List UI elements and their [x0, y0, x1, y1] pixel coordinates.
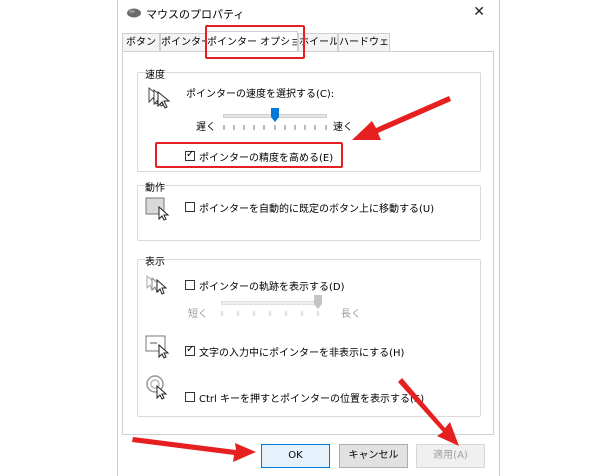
snap-to-icon	[145, 197, 170, 221]
trails-checkbox[interactable]	[185, 280, 195, 290]
trails-long-label: 長く	[341, 309, 361, 320]
pointer-speed-icon	[148, 86, 171, 109]
speed-slow-label: 遅く	[196, 122, 216, 133]
hide-while-typing-label[interactable]: 文字の入力中にポインターを非表示にする(H)	[199, 344, 404, 359]
ctrl-locate-checkbox[interactable]	[185, 392, 195, 402]
mouse-properties-dialog: マウスのプロパティ ✕ ボタン ポインター ポインター オプション ホイール ハ…	[117, 0, 500, 476]
ctrl-locate-label[interactable]: Ctrl キーを押すとポインターの位置を表示する(S)	[199, 390, 424, 405]
tab-buttons[interactable]: ボタン	[122, 33, 160, 51]
tab-wheel[interactable]: ホイール	[298, 33, 338, 51]
trails-slider-thumb[interactable]	[314, 295, 322, 309]
checkmark-icon: ✓	[186, 344, 195, 355]
pointer-trails-icon	[146, 274, 168, 295]
window-title: マウスのプロパティ	[146, 8, 245, 21]
hide-while-typing-checkbox[interactable]: ✓	[185, 344, 195, 356]
speed-fast-label: 速く	[333, 122, 353, 133]
tab-pointer-options[interactable]: ポインター オプション	[206, 31, 298, 51]
speed-slider-ticks	[223, 125, 327, 130]
snap-to-label[interactable]: ポインターを自動的に既定のボタン上に移動する(U)	[199, 200, 434, 215]
trails-slider-ticks	[221, 311, 319, 316]
snap-to-checkbox[interactable]	[185, 202, 195, 212]
mouse-icon	[127, 8, 141, 18]
hide-pointer-icon	[145, 335, 170, 359]
trails-slider-track[interactable]	[221, 301, 319, 305]
trails-label[interactable]: ポインターの軌跡を表示する(D)	[199, 278, 345, 293]
tab-panel: 速度 ポインターの速度を選択する(C): 遅く 速く ✓ ポインターの精度を高め…	[122, 51, 494, 435]
precision-label[interactable]: ポインターの精度を高める(E)	[199, 149, 333, 164]
speed-slider-thumb[interactable]	[271, 108, 279, 122]
ok-button[interactable]: OK	[261, 444, 330, 468]
close-icon[interactable]: ✕	[473, 4, 485, 20]
trails-short-label: 短く	[188, 309, 208, 320]
apply-button[interactable]: 適用(A)	[416, 444, 485, 468]
tab-pointers[interactable]: ポインター	[160, 33, 206, 51]
show-location-icon	[146, 375, 168, 400]
speed-group-label: 速度	[145, 66, 165, 81]
cancel-button[interactable]: キャンセル	[339, 444, 408, 468]
precision-checkbox[interactable]: ✓	[185, 149, 195, 161]
visibility-group-label: 表示	[145, 253, 165, 268]
tab-hardware[interactable]: ハードウェア	[338, 33, 390, 51]
title-bar: マウスのプロパティ ✕	[118, 0, 499, 28]
motion-group-label: 動作	[145, 179, 165, 194]
checkmark-icon: ✓	[186, 149, 195, 160]
speed-select-label: ポインターの速度を選択する(C):	[186, 89, 335, 100]
